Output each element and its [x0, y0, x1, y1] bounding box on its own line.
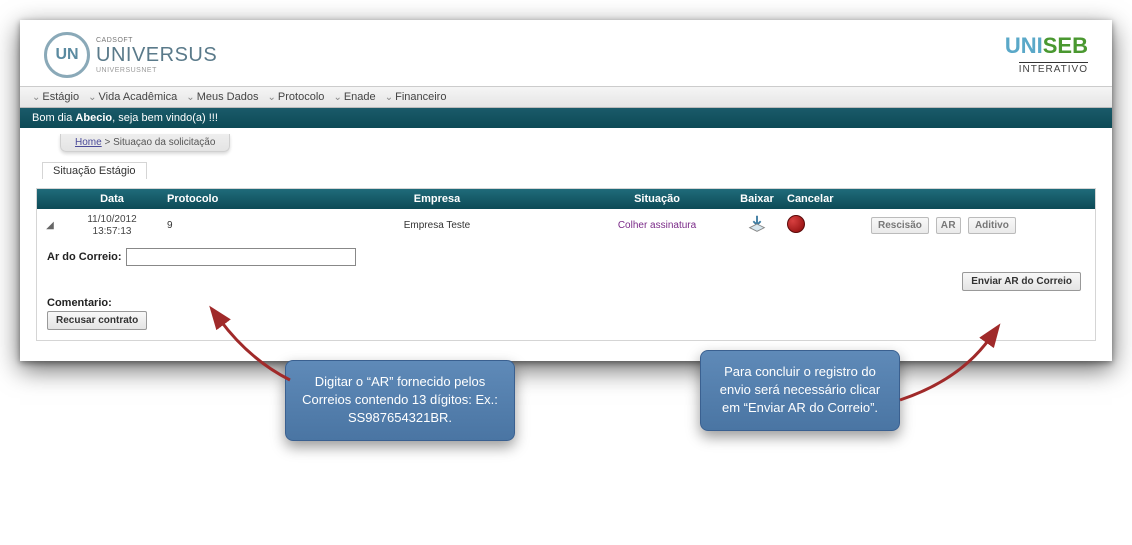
- col-header-data: Data: [57, 193, 167, 205]
- row-protocolo: 9: [167, 220, 287, 231]
- welcome-bar: Bom dia Abecio, seja bem vindo(a) !!!: [20, 108, 1112, 128]
- logo-uniseb: UNISEB INTERATIVO: [1005, 33, 1088, 77]
- chevron-down-icon: ⌄: [385, 92, 393, 103]
- col-header-empresa: Empresa: [287, 193, 587, 205]
- logo-small-text: CADSOFT: [96, 37, 217, 44]
- welcome-user: Abecio: [75, 112, 112, 124]
- col-header-situacao: Situação: [587, 193, 727, 205]
- table-row: ◢ 11/10/2012 13:57:13 9 Empresa Teste Co…: [37, 209, 1095, 242]
- menu-item-meus-dados[interactable]: ⌄Meus Dados: [186, 91, 258, 103]
- menu-item-protocolo[interactable]: ⌄Protocolo: [268, 91, 325, 103]
- breadcrumb-current: Situaçao da solicitação: [113, 137, 215, 148]
- ar-correio-input[interactable]: [126, 248, 356, 266]
- chevron-down-icon: ⌄: [32, 92, 40, 103]
- comentario-label: Comentario:: [47, 297, 1085, 309]
- logo-big-text: UNIVERSUS: [96, 44, 217, 67]
- ar-button[interactable]: AR: [936, 217, 961, 234]
- header: UN CADSOFT UNIVERSUS UNIVERSUSNET UNISEB…: [20, 20, 1112, 86]
- menu-item-enade[interactable]: ⌄Enade: [333, 91, 375, 103]
- aditivo-button[interactable]: Aditivo: [968, 217, 1016, 234]
- cancel-icon[interactable]: [787, 215, 805, 233]
- menu-item-vida-academica[interactable]: ⌄Vida Acadêmica: [88, 91, 177, 103]
- chevron-down-icon: ⌄: [268, 92, 276, 103]
- row-time: 13:57:13: [57, 226, 167, 238]
- logo-uniseb-sub: INTERATIVO: [1019, 62, 1088, 75]
- annotation-callout-ar-input: Digitar o “AR” fornecido pelos Correios …: [285, 360, 515, 441]
- col-header-baixar: Baixar: [727, 193, 787, 205]
- chevron-down-icon: ⌄: [333, 92, 341, 103]
- content-panel: Data Protocolo Empresa Situação Baixar C…: [36, 188, 1096, 341]
- download-icon[interactable]: [746, 213, 768, 235]
- breadcrumb-home-link[interactable]: Home: [75, 137, 102, 148]
- annotation-arrow-icon: [890, 330, 1000, 415]
- logo-universus: UN CADSOFT UNIVERSUS UNIVERSUSNET: [44, 32, 217, 78]
- panel-title: Situação Estágio: [42, 162, 147, 179]
- enviar-ar-button[interactable]: Enviar AR do Correio: [962, 272, 1081, 291]
- table-header-row: Data Protocolo Empresa Situação Baixar C…: [37, 189, 1095, 209]
- row-expander-icon[interactable]: ◢: [43, 220, 57, 231]
- main-menu: ⌄Estágio ⌄Vida Acadêmica ⌄Meus Dados ⌄Pr…: [20, 86, 1112, 108]
- row-empresa: Empresa Teste: [287, 220, 587, 231]
- ar-correio-label: Ar do Correio:: [47, 251, 122, 263]
- row-date: 11/10/2012: [57, 214, 167, 226]
- chevron-down-icon: ⌄: [186, 92, 194, 103]
- breadcrumb: Home > Situaçao da solicitação: [60, 134, 230, 152]
- logo-circle-icon: UN: [44, 32, 90, 78]
- app-window: UN CADSOFT UNIVERSUS UNIVERSUSNET UNISEB…: [20, 20, 1112, 361]
- logo-sub-text: UNIVERSUSNET: [96, 67, 217, 74]
- annotation-callout-enviar: Para concluir o registro do envio será n…: [700, 350, 900, 431]
- recusar-contrato-button[interactable]: Recusar contrato: [47, 311, 147, 330]
- menu-item-financeiro[interactable]: ⌄Financeiro: [385, 91, 447, 103]
- menu-item-estagio[interactable]: ⌄Estágio: [32, 91, 79, 103]
- col-header-protocolo: Protocolo: [167, 193, 287, 205]
- chevron-down-icon: ⌄: [88, 92, 96, 103]
- breadcrumb-wrap: Home > Situaçao da solicitação: [20, 128, 1112, 162]
- rescisao-button[interactable]: Rescisão: [871, 217, 929, 234]
- row-situacao: Colher assinatura: [587, 220, 727, 231]
- col-header-cancelar: Cancelar: [787, 193, 867, 205]
- expanded-panel: Ar do Correio: Enviar AR do Correio Come…: [37, 242, 1095, 340]
